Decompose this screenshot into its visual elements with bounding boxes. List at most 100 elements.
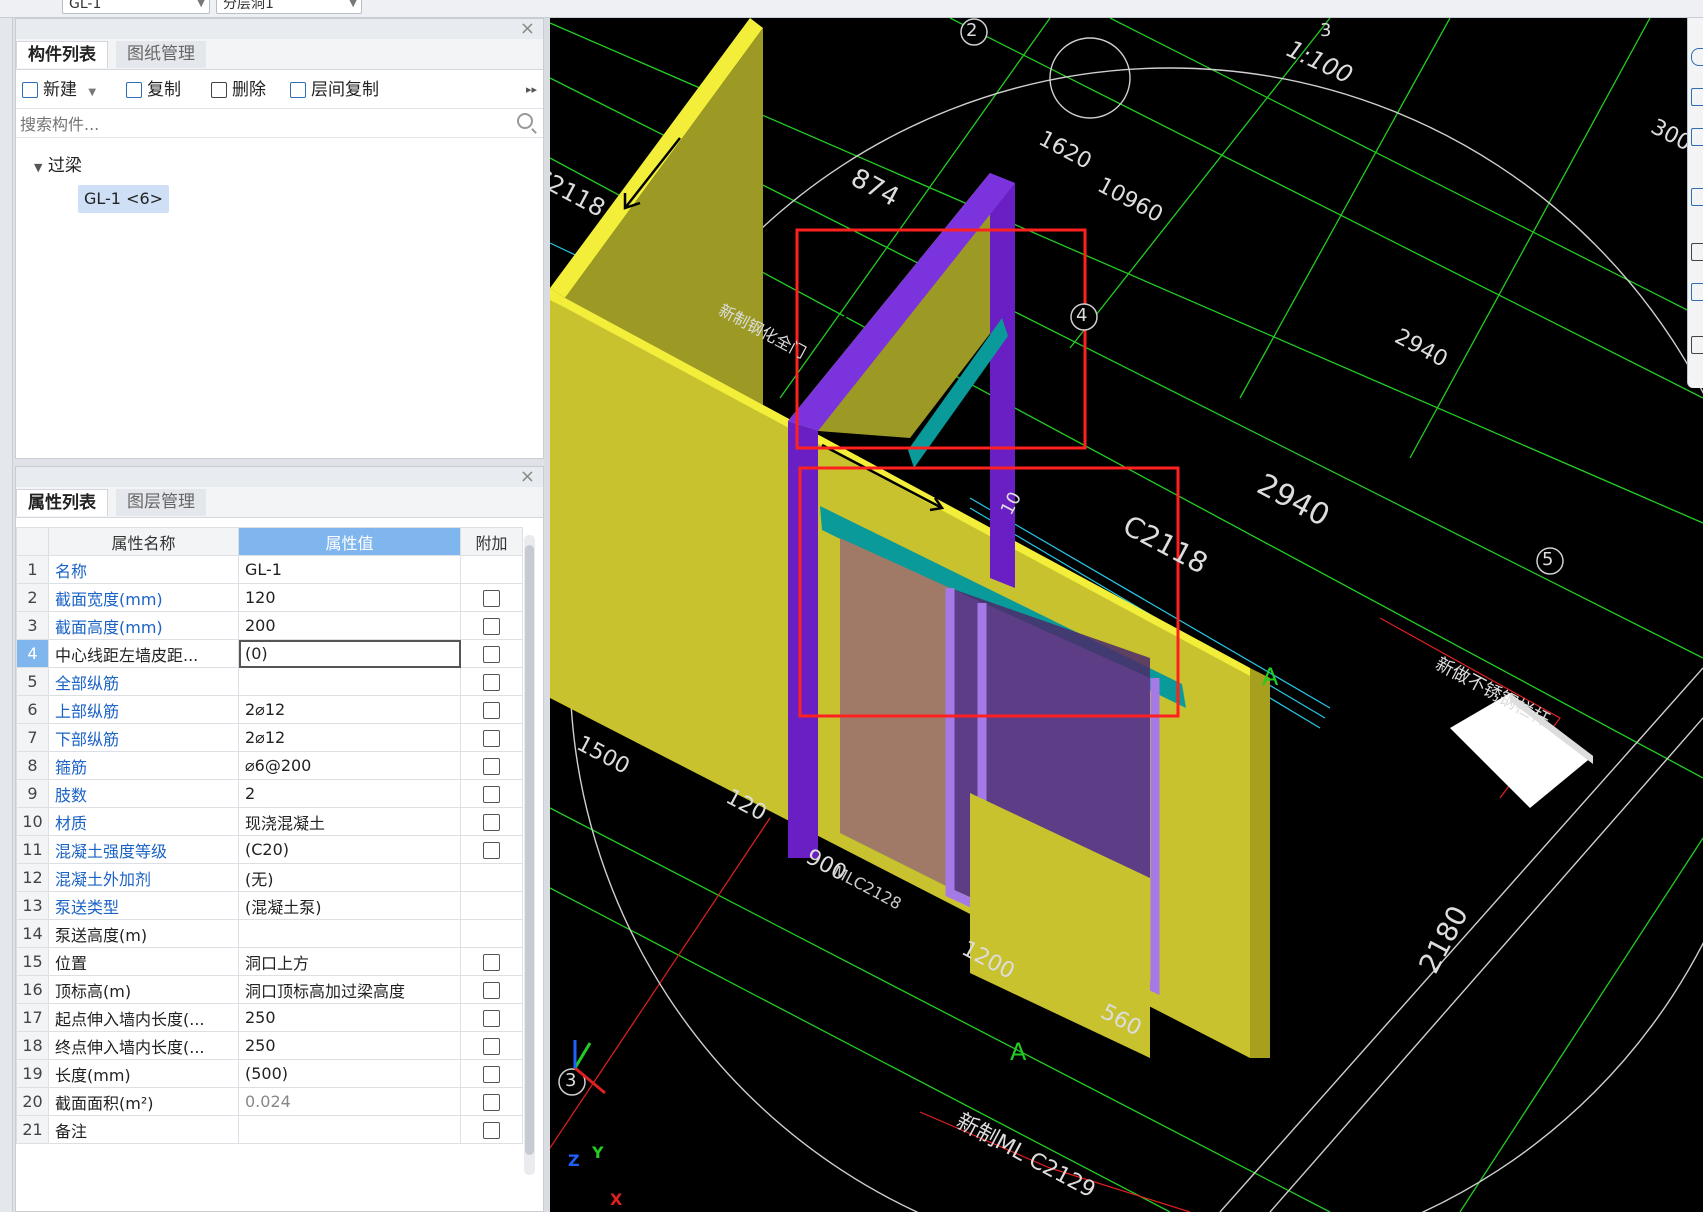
camera-icon[interactable] (1691, 283, 1703, 301)
trash-icon (211, 82, 227, 98)
property-value[interactable]: 2⌀12 (238, 723, 461, 752)
property-row[interactable]: 16 顶标高(m) 洞口顶标高加过梁高度 (16, 975, 523, 1004)
select-icon[interactable] (1691, 243, 1703, 261)
property-value[interactable] (238, 919, 461, 948)
extra-cell (460, 1031, 523, 1060)
axis-label-3-top: 3 (1320, 20, 1332, 41)
row-index: 13 (16, 891, 49, 920)
property-row[interactable]: 4 中心线距左墙皮距... (0) (16, 639, 523, 668)
component-search (16, 109, 543, 138)
property-row[interactable]: 8 箍筋 ⌀6@200 (16, 751, 523, 780)
tree-item-gl1[interactable]: GL-1 <6> (78, 185, 170, 213)
property-row[interactable]: 21 备注 (16, 1115, 523, 1144)
property-value[interactable]: 2⌀12 (238, 695, 461, 724)
extra-checkbox[interactable] (483, 1094, 500, 1111)
property-row[interactable]: 3 截面高度(mm) 200 (16, 611, 523, 640)
extra-checkbox[interactable] (483, 982, 500, 999)
header-extra[interactable]: 附加 (460, 527, 523, 556)
header-property-name[interactable]: 属性名称 (48, 527, 239, 556)
list-icon[interactable] (1691, 336, 1703, 354)
property-row[interactable]: 17 起点伸入墙内长度(... 250 (16, 1003, 523, 1032)
extra-cell (460, 723, 523, 752)
property-row[interactable]: 12 混凝土外加剂 (无) (16, 863, 523, 892)
property-row[interactable]: 9 肢数 2 (16, 779, 523, 808)
tab-component-list[interactable]: 构件列表 (16, 41, 108, 68)
property-value[interactable]: ⌀6@200 (238, 751, 461, 780)
3d-view-icon[interactable] (1691, 128, 1703, 146)
2d-view-icon[interactable] (1691, 88, 1703, 106)
property-scrollbar[interactable] (524, 535, 535, 1175)
extra-checkbox[interactable] (483, 1122, 500, 1139)
property-row[interactable]: 10 材质 现浇混凝土 (16, 807, 523, 836)
scrollbar-thumb[interactable] (525, 545, 534, 1155)
property-value[interactable]: 洞口顶标高加过梁高度 (238, 975, 461, 1004)
extra-checkbox[interactable] (483, 590, 500, 607)
property-row[interactable]: 15 位置 洞口上方 (16, 947, 523, 976)
property-value[interactable]: (C20) (238, 835, 461, 864)
property-value[interactable]: 250 (238, 1031, 461, 1060)
property-row[interactable]: 14 泵送高度(m) (16, 919, 523, 948)
property-value[interactable]: (混凝土泵) (238, 891, 461, 920)
property-row[interactable]: 7 下部纵筋 2⌀12 (16, 723, 523, 752)
property-row[interactable]: 2 截面宽度(mm) 120 (16, 583, 523, 612)
property-row[interactable]: 11 混凝土强度等级 (C20) (16, 835, 523, 864)
property-row[interactable]: 18 终点伸入墙内长度(... 250 (16, 1031, 523, 1060)
property-value[interactable]: 250 (238, 1003, 461, 1032)
close-icon[interactable]: × (520, 466, 535, 487)
search-input[interactable] (18, 111, 502, 137)
property-value[interactable]: 200 (238, 611, 461, 640)
property-value[interactable]: (0) (238, 639, 461, 668)
property-value[interactable] (238, 667, 461, 696)
property-value[interactable]: 2 (238, 779, 461, 808)
row-index: 2 (16, 583, 49, 612)
extra-cell (460, 583, 523, 612)
column[interactable] (788, 421, 818, 858)
extra-checkbox[interactable] (483, 646, 500, 663)
row-index: 8 (16, 751, 49, 780)
property-row[interactable]: 19 长度(mm) (500) (16, 1059, 523, 1088)
extra-checkbox[interactable] (483, 618, 500, 635)
property-value[interactable]: 0.024 (238, 1087, 461, 1116)
extra-checkbox[interactable] (483, 814, 500, 831)
property-row[interactable]: 6 上部纵筋 2⌀12 (16, 695, 523, 724)
property-value[interactable]: 现浇混凝土 (238, 807, 461, 836)
extra-checkbox[interactable] (483, 786, 500, 803)
3d-viewport[interactable]: 1:100 2 3 4 5 3 1620 10960 874 2940 2940… (550, 18, 1703, 1212)
extra-checkbox[interactable] (483, 842, 500, 859)
property-row[interactable]: 20 截面面积(m²) 0.024 (16, 1087, 523, 1116)
layer-combo[interactable]: 分层洞1 ▼ (216, 0, 362, 14)
extra-checkbox[interactable] (483, 1066, 500, 1083)
delete-button[interactable]: 删除 (211, 78, 266, 102)
component-combo[interactable]: GL-1 ▼ (62, 0, 210, 14)
property-row[interactable]: 5 全部纵筋 (16, 667, 523, 696)
box-view-icon[interactable] (1691, 188, 1703, 206)
tab-property-list[interactable]: 属性列表 (16, 489, 108, 516)
property-value[interactable]: 洞口上方 (238, 947, 461, 976)
extra-checkbox[interactable] (483, 1038, 500, 1055)
extra-checkbox[interactable] (483, 730, 500, 747)
property-value[interactable]: (无) (238, 863, 461, 892)
close-icon[interactable]: × (520, 18, 535, 39)
property-row[interactable]: 13 泵送类型 (混凝土泵) (16, 891, 523, 920)
property-row[interactable]: 1 名称 GL-1 (16, 555, 523, 584)
more-icon[interactable]: ▸▸ (526, 78, 537, 102)
property-name: 下部纵筋 (48, 723, 239, 752)
tree-category[interactable]: ▼ 过梁 (34, 151, 82, 176)
extra-checkbox[interactable] (483, 758, 500, 775)
property-value[interactable]: (500) (238, 1059, 461, 1088)
floor-copy-button[interactable]: 层间复制 (290, 78, 379, 102)
extra-checkbox[interactable] (483, 1010, 500, 1027)
property-value[interactable] (238, 1115, 461, 1144)
tab-layer-management[interactable]: 图层管理 (116, 489, 206, 516)
extra-checkbox[interactable] (483, 674, 500, 691)
search-icon[interactable] (517, 113, 533, 129)
extra-checkbox[interactable] (483, 954, 500, 971)
property-value[interactable]: GL-1 (238, 555, 461, 584)
property-value[interactable]: 120 (238, 583, 461, 612)
new-button[interactable]: 新建 ▼ (22, 78, 96, 102)
copy-button[interactable]: 复制 (126, 78, 181, 102)
tab-drawing-management[interactable]: 图纸管理 (116, 41, 206, 68)
header-property-value[interactable]: 属性值 (238, 527, 461, 556)
rotate-icon[interactable] (1691, 48, 1703, 66)
extra-checkbox[interactable] (483, 702, 500, 719)
